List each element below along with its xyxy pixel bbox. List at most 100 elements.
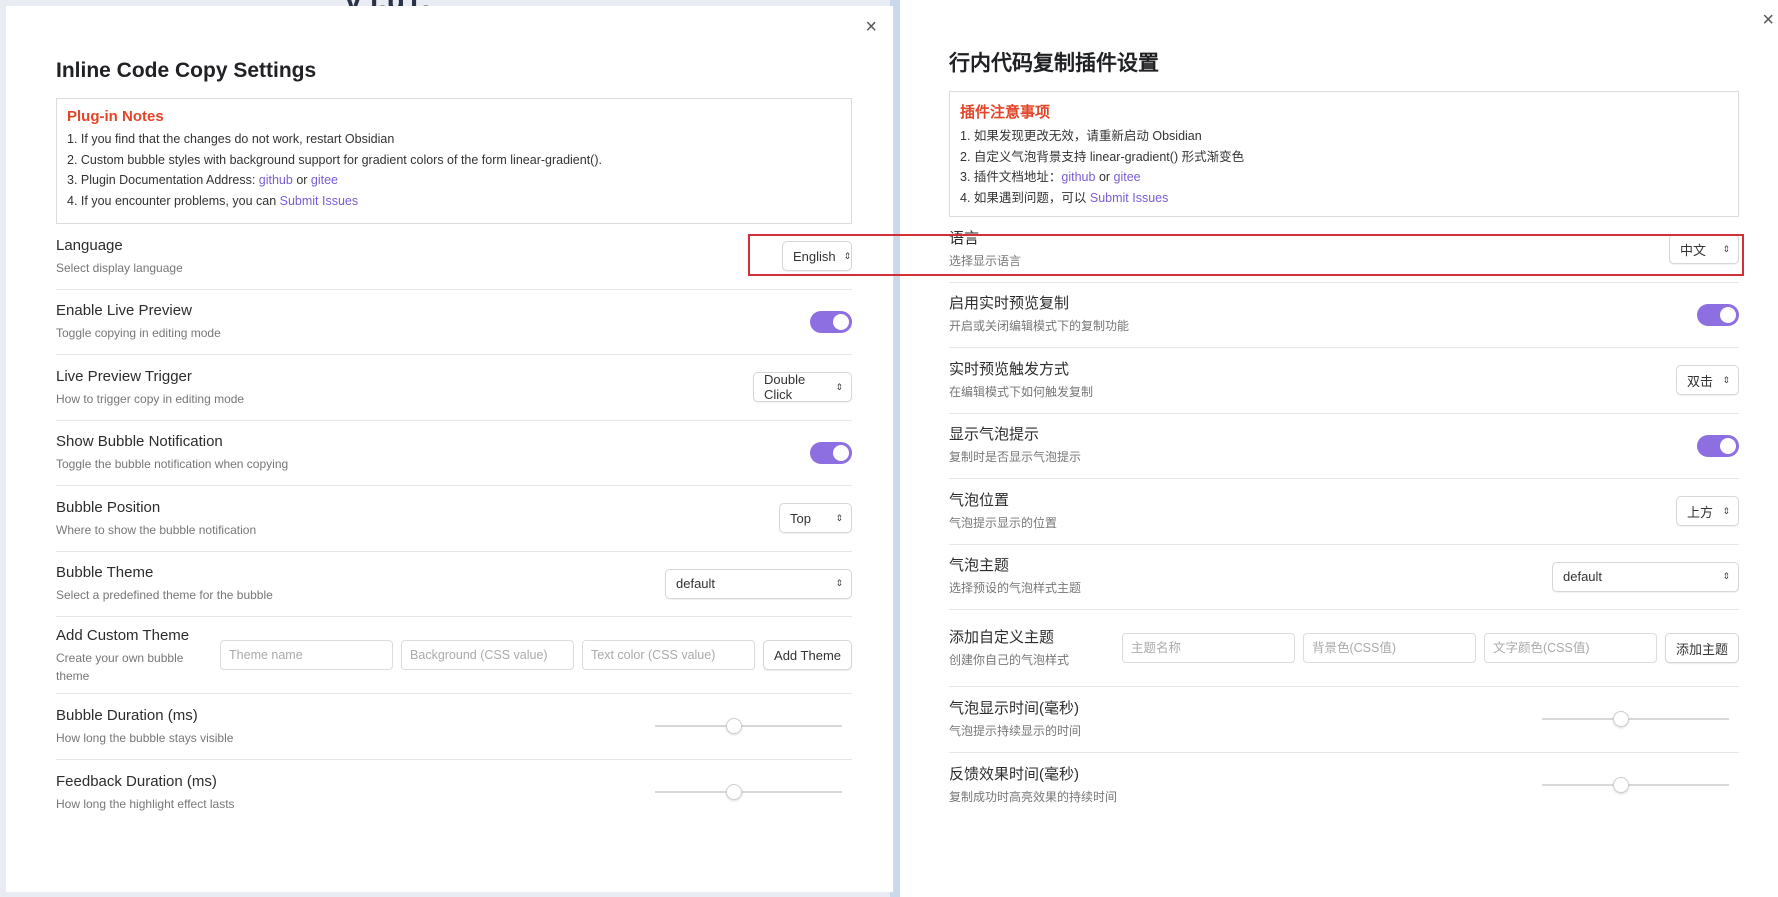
slider-track (655, 725, 842, 728)
bubble-theme-select[interactable]: default ⇕ (665, 568, 852, 599)
github-link[interactable]: github (259, 173, 293, 187)
setting-description: 复制时是否显示气泡提示 (949, 450, 1082, 465)
slider-thumb[interactable] (725, 784, 742, 801)
plugin-notes: 插件注意事项 1. 如果发现更改无效，请重新启动 Obsidian 2. 自定义… (949, 91, 1739, 217)
bubble-position-select[interactable]: 上方 ⇕ (1676, 496, 1739, 527)
bubble-position-select[interactable]: Top ⇕ (779, 503, 852, 534)
setting-add-custom-theme: 添加自定义主题创建你自己的气泡样式 添加主题 (949, 610, 1739, 687)
note-text: 4. 如果遇到问题，可以 (960, 190, 1090, 205)
note-line: 3. 插件文档地址：github or gitee (960, 167, 1729, 188)
note-line: 2. Custom bubble styles with background … (67, 150, 842, 171)
theme-text-color-input[interactable] (1483, 633, 1657, 663)
note-text: 1. 如果发现更改无效，请重新启动 Obsidian (960, 129, 1202, 143)
chevron-updown-icon: ⇕ (1722, 505, 1730, 516)
slider-track (1542, 718, 1729, 721)
setting-description: Where to show the bubble notification (56, 522, 257, 537)
select-value: 双击 (1687, 373, 1714, 389)
gitee-link[interactable]: gitee (1114, 170, 1141, 184)
add-theme-button[interactable]: Add Theme (763, 640, 852, 670)
feedback-duration-slider[interactable] (1542, 775, 1729, 795)
setting-live-preview-trigger: Live Preview Trigger How to trigger copy … (56, 355, 852, 421)
settings-modal-english: × Inline Code Copy Settings Plug-in Note… (6, 6, 894, 892)
feedback-duration-slider[interactable] (655, 782, 842, 802)
setting-name: 添加自定义主题 (949, 628, 1055, 646)
settings-content: Inline Code Copy Settings Plug-in Notes … (56, 58, 852, 825)
chevron-updown-icon: ⇕ (835, 578, 843, 589)
note-text: 3. 插件文档地址： (960, 170, 1062, 184)
slider-thumb[interactable] (1612, 777, 1629, 794)
note-text: 4. If you encounter problems, you can (67, 193, 280, 208)
language-select[interactable]: English ⇕ (782, 241, 852, 272)
setting-language: Language Select display language English ⇕ (56, 224, 852, 290)
live-preview-toggle[interactable] (1697, 303, 1739, 326)
github-link[interactable]: github (1061, 170, 1095, 184)
setting-live-preview: 启用实时预览复制 开启或关闭编辑模式下的复制功能 (949, 283, 1739, 348)
theme-text-color-input[interactable] (582, 640, 756, 670)
theme-background-input[interactable] (1302, 633, 1476, 663)
bubble-notification-toggle[interactable] (1697, 434, 1739, 457)
setting-bubble-position: Bubble Position Where to show the bubble … (56, 486, 852, 552)
setting-add-custom-theme: Add Custom Theme Create your own bubble t… (56, 617, 852, 694)
setting-name: 启用实时预览复制 (949, 295, 1070, 313)
slider-thumb[interactable] (1612, 711, 1629, 728)
close-icon[interactable]: × (865, 17, 877, 37)
trigger-select[interactable]: Double Click ⇕ (753, 372, 852, 403)
slider-track (1542, 784, 1729, 787)
chevron-updown-icon: ⇕ (843, 250, 852, 261)
setting-description: Select display language (56, 260, 183, 275)
note-line: 2. 自定义气泡背景支持 linear-gradient() 形式渐变色 (960, 147, 1729, 168)
setting-description: Select a predefined theme for the bubble (56, 588, 273, 603)
setting-description: Toggle copying in editing mode (56, 326, 221, 341)
setting-name: 气泡显示时间(毫秒) (949, 699, 1079, 717)
note-text: 3. Plugin Documentation Address: (67, 173, 259, 187)
bubble-duration-slider[interactable] (655, 716, 842, 736)
setting-description: 复制成功时高亮效果的持续时间 (949, 789, 1118, 804)
setting-description: How long the highlight effect lasts (56, 796, 235, 811)
setting-name: Add Custom Theme (56, 626, 190, 644)
select-value: default (676, 576, 716, 592)
select-value: Double Click (764, 372, 806, 403)
live-preview-toggle[interactable] (810, 310, 852, 333)
notes-title: 插件注意事项 (960, 104, 1051, 121)
gitee-link[interactable]: gitee (311, 173, 338, 187)
note-text: 2. Custom bubble styles with background … (67, 152, 602, 167)
chevron-updown-icon: ⇕ (1722, 374, 1730, 385)
select-value: Top (790, 510, 811, 526)
theme-name-input[interactable] (1121, 633, 1295, 663)
close-icon[interactable]: × (1762, 10, 1774, 30)
note-text: or (1095, 170, 1114, 184)
theme-name-input[interactable] (220, 640, 394, 670)
setting-name: Language (56, 236, 123, 254)
setting-description: 选择预设的气泡样式主题 (949, 581, 1082, 596)
custom-theme-controls: Add Theme (220, 640, 852, 670)
note-text: 1. If you find that the changes do not w… (67, 132, 395, 146)
custom-theme-controls: 添加主题 (1121, 633, 1739, 663)
bubble-duration-slider[interactable] (1542, 709, 1729, 729)
setting-live-preview: Enable Live Preview Toggle copying in edi… (56, 290, 852, 355)
language-select[interactable]: 中文 ⇕ (1669, 234, 1739, 265)
submit-issues-link[interactable]: Submit Issues (280, 194, 359, 208)
bubble-notification-toggle[interactable] (810, 441, 852, 464)
page-title: 行内代码复制插件设置 (949, 52, 1159, 75)
add-theme-button[interactable]: 添加主题 (1664, 633, 1739, 663)
theme-background-input[interactable] (401, 640, 575, 670)
setting-description: 气泡提示显示的位置 (949, 515, 1058, 530)
submit-issues-link[interactable]: Submit Issues (1090, 191, 1169, 205)
setting-bubble-position: 气泡位置 气泡提示显示的位置 上方 ⇕ (949, 479, 1739, 545)
setting-bubble-theme: 气泡主题 选择预设的气泡样式主题 default ⇕ (949, 545, 1739, 610)
setting-bubble-theme: Bubble Theme Select a predefined theme fo… (56, 552, 852, 617)
setting-description: How long the bubble stays visible (56, 730, 234, 745)
chevron-updown-icon: ⇕ (1722, 243, 1730, 254)
bubble-theme-select[interactable]: default ⇕ (1552, 561, 1739, 592)
note-line: 4. If you encounter problems, you can Su… (67, 191, 842, 212)
note-line: 1. If you find that the changes do not w… (67, 129, 842, 150)
setting-description: 在编辑模式下如何触发复制 (949, 384, 1094, 399)
setting-name: Bubble Duration (ms) (56, 706, 198, 724)
slider-thumb[interactable] (725, 718, 742, 735)
setting-bubble-notification: 显示气泡提示 复制时是否显示气泡提示 (949, 414, 1739, 479)
note-line: 1. 如果发现更改无效，请重新启动 Obsidian (960, 126, 1729, 147)
trigger-select[interactable]: 双击 ⇕ (1676, 365, 1739, 396)
setting-name: Live Preview Trigger (56, 367, 192, 385)
settings-content: 行内代码复制插件设置 插件注意事项 1. 如果发现更改无效，请重新启动 Obsi… (949, 51, 1739, 818)
chevron-updown-icon: ⇕ (1722, 571, 1730, 582)
